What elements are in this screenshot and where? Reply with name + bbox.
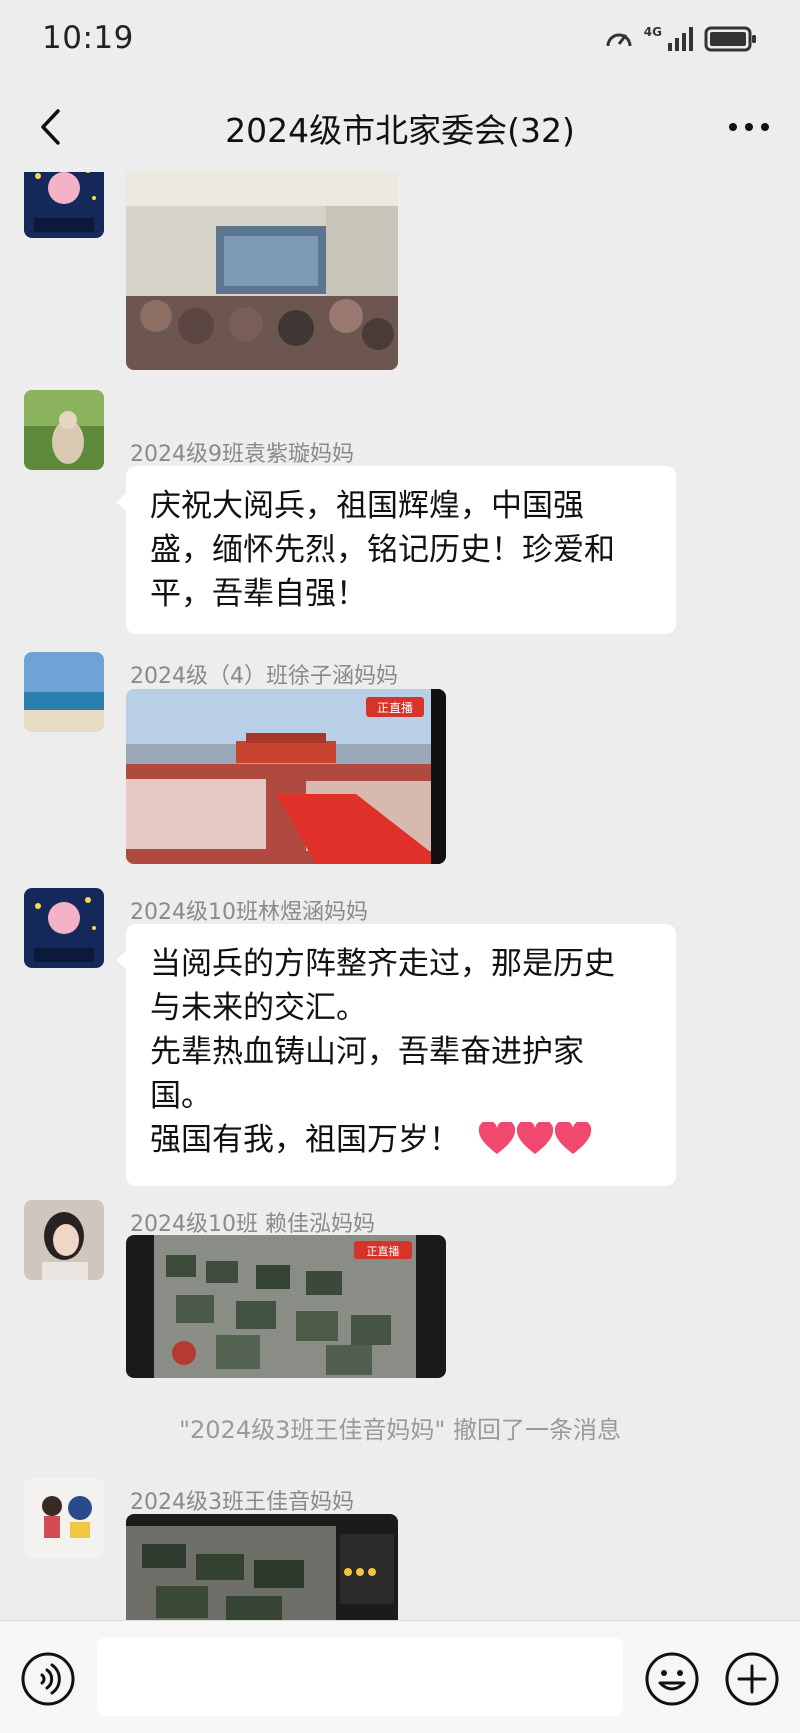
avatar[interactable]	[24, 1200, 104, 1280]
image-message[interactable]	[126, 172, 398, 370]
avatar[interactable]	[24, 390, 104, 470]
status-bar: 10:19 4G	[0, 0, 800, 82]
hearts	[478, 1120, 592, 1168]
sender-name: 2024级9班袁紫璇妈妈	[130, 442, 354, 467]
video-message[interactable]: 正直播	[126, 1235, 446, 1378]
message-line: 国。	[150, 1078, 212, 1114]
message-list[interactable]: 2024级9班袁紫璇妈妈 庆祝大阅兵，祖国辉煌，中国强 盛，缅怀先烈，铭记历史！…	[0, 172, 800, 1620]
message-line: 平，吾辈自强！	[150, 576, 367, 612]
message-line: 先辈热血铸山河，吾辈奋进护家	[150, 1034, 584, 1070]
status-time: 10:19	[42, 20, 134, 56]
plus-icon	[725, 1652, 779, 1706]
chat-header: 2024级市北家委会(32)	[0, 82, 800, 172]
sender-name: 2024级10班林煜涵妈妈	[130, 900, 368, 925]
message-line: 当阅兵的方阵整齐走过，那是历史	[150, 946, 615, 982]
heart-icon	[516, 1120, 554, 1154]
sender-name: 2024级3班王佳音妈妈	[130, 1490, 354, 1515]
message-line: 强国有我，祖国万岁！	[150, 1122, 460, 1158]
battery-icon	[704, 26, 756, 52]
heart-icon	[554, 1120, 592, 1154]
video-message[interactable]: 正直播	[126, 689, 446, 864]
message-line: 盛，缅怀先烈，铭记历史！珍爱和	[150, 532, 615, 568]
live-badge: 正直播	[367, 1244, 400, 1258]
back-button[interactable]	[26, 102, 76, 152]
sender-name: 2024级10班 赖佳泓妈妈	[130, 1212, 375, 1237]
message-line: 庆祝大阅兵，祖国辉煌，中国强	[150, 488, 584, 524]
more-button[interactable]	[724, 102, 774, 152]
sender-name: 2024级（4）班徐子涵妈妈	[130, 664, 398, 689]
avatar[interactable]	[24, 1478, 104, 1558]
message-line: 与未来的交汇。	[150, 990, 367, 1026]
emoji-icon	[645, 1652, 699, 1706]
signal-icon	[668, 27, 693, 51]
avatar[interactable]	[24, 888, 104, 968]
chat-title: 2024级市北家委会(32)	[225, 111, 575, 150]
emoji-button[interactable]	[644, 1651, 700, 1707]
heart-icon	[478, 1120, 516, 1154]
live-badge: 正直播	[377, 701, 413, 715]
video-message[interactable]	[126, 1514, 398, 1620]
speed-icon	[606, 33, 632, 47]
avatar[interactable]	[24, 172, 104, 238]
voice-icon	[21, 1652, 75, 1706]
text-message[interactable]: 庆祝大阅兵，祖国辉煌，中国强 盛，缅怀先烈，铭记历史！珍爱和 平，吾辈自强！	[116, 466, 676, 634]
input-bar	[0, 1620, 800, 1733]
back-icon	[41, 109, 60, 145]
status-icons: 4G	[604, 24, 758, 54]
message-input[interactable]	[97, 1638, 623, 1716]
more-icon	[729, 123, 769, 131]
voice-button[interactable]	[20, 1651, 76, 1707]
text-message[interactable]: 当阅兵的方阵整齐走过，那是历史 与未来的交汇。 先辈热血铸山河，吾辈奋进护家 国…	[116, 924, 676, 1186]
network-type: 4G	[643, 25, 662, 39]
more-functions-button[interactable]	[724, 1651, 780, 1707]
avatar[interactable]	[24, 652, 104, 732]
message-line-with-hearts: 强国有我，祖国万岁！	[150, 1118, 652, 1168]
recall-notice: "2024级3班王佳音妈妈" 撤回了一条消息	[178, 1416, 622, 1444]
